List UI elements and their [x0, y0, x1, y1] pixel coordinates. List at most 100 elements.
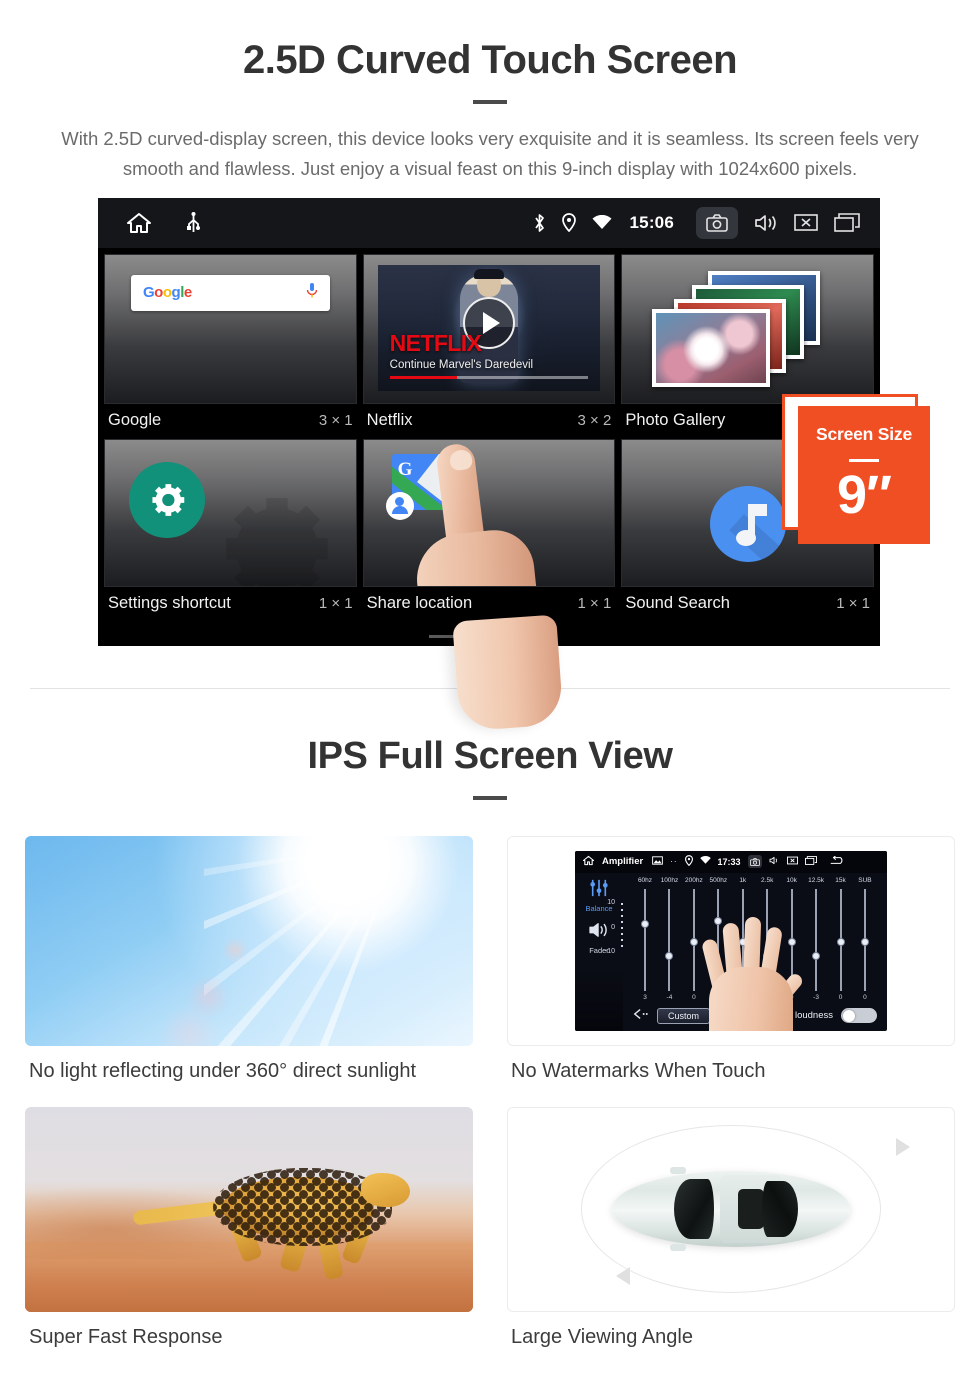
page-dot[interactable] [473, 634, 505, 638]
widget-cell-netflix[interactable]: NETFLIX Continue Marvel's Daredevil Netf… [362, 253, 616, 439]
more-icon[interactable]: ·· [670, 857, 677, 866]
curved-touch-screen-section: 2.5D Curved Touch Screen With 2.5D curve… [0, 0, 980, 732]
feature-card-watermarks: Amplifier ·· 17:33 Balance Fader 60hz 10… [507, 835, 955, 1101]
band-label: 12.5k [808, 876, 825, 884]
car-windshield [674, 1179, 714, 1240]
band-label: 15k [835, 876, 846, 884]
section-two-underline [473, 795, 507, 800]
rotation-arrow [896, 1137, 910, 1156]
loudness-toggle[interactable] [841, 1008, 877, 1024]
settings-gear-icon[interactable] [129, 461, 205, 538]
band-value: 0 [863, 993, 867, 1001]
amplifier-screen: Amplifier ·· 17:33 Balance Fader 60hz 10… [575, 850, 887, 1031]
feature-caption: No light reflecting under 360° direct su… [29, 1059, 417, 1082]
band-value: 0 [838, 993, 843, 1001]
music-note-icon[interactable] [709, 485, 786, 562]
photo-stack [648, 270, 848, 387]
volume-icon[interactable] [754, 213, 778, 233]
amplifier-clock: 17:33 [717, 856, 741, 867]
netflix-widget[interactable]: NETFLIX Continue Marvel's Daredevil [362, 253, 616, 404]
car-top-view-illustration [507, 1106, 955, 1312]
touching-hand-illustration [695, 909, 815, 1031]
car-sunroof [738, 1189, 764, 1230]
amplifier-status-bar: Amplifier ·· 17:33 [575, 850, 887, 873]
car-side-mirror [670, 1244, 686, 1252]
widget-cell-settings[interactable]: Settings shortcut 1 × 1 [104, 438, 357, 622]
car-rear-window [762, 1181, 798, 1238]
widget-size: 3 × 1 [318, 411, 353, 429]
home-icon[interactable] [582, 855, 595, 868]
cheetah-head [361, 1172, 411, 1208]
running-cheetah-photo [25, 1106, 473, 1312]
google-search-widget[interactable]: Google [104, 253, 357, 404]
person-avatar-icon [385, 491, 414, 520]
share-location-widget[interactable]: G [362, 438, 616, 587]
widget-name: Netflix [366, 410, 413, 429]
band-label: 1k [739, 876, 747, 884]
feature-grid: No light reflecting under 360° direct su… [25, 835, 955, 1367]
gallery-icon[interactable] [652, 856, 664, 867]
recent-apps-icon[interactable] [804, 856, 817, 867]
section-two-title: IPS Full Screen View [307, 734, 673, 777]
band-slider[interactable] [633, 888, 657, 991]
lens-flare [222, 936, 249, 963]
page-dot-active[interactable] [517, 634, 549, 638]
screen-size-label: Screen Size [815, 423, 913, 444]
scale-mid: 0 [611, 924, 615, 932]
band-value: 3 [643, 993, 647, 1001]
previous-preset-icon[interactable] [633, 1007, 649, 1025]
band-labels: 60hz 100hz 200hz 500hz 1k 2.5k 10k 12.5k… [631, 877, 879, 884]
search-input[interactable]: Google [131, 274, 330, 311]
home-icon[interactable] [126, 211, 152, 235]
widget-picker-grid: Google Google 3 × 1 NETFLIX Continue Mar… [98, 248, 880, 646]
scale-bottom: -10 [604, 947, 615, 955]
sunny-sky-photo [25, 835, 473, 1046]
rotation-arrow [616, 1266, 630, 1285]
title-underline [473, 100, 507, 104]
widget-size: 1 × 1 [577, 594, 612, 612]
widget-name: Settings shortcut [108, 593, 231, 612]
band-label: 100hz [660, 876, 679, 884]
photo-gallery-widget[interactable] [621, 253, 874, 404]
widget-label-row: Share location 1 × 1 [363, 587, 616, 622]
band-value: -4 [666, 993, 673, 1001]
volume-icon[interactable] [769, 856, 780, 867]
camera-icon[interactable] [747, 855, 762, 869]
band-label: 10k [786, 876, 797, 884]
google-g-letter: G [397, 458, 413, 480]
status-clock: 15:06 [629, 212, 674, 232]
photo-thumb-front [651, 308, 770, 387]
recent-apps-icon[interactable] [834, 213, 860, 233]
feature-caption: Super Fast Response [29, 1325, 223, 1348]
page-title: 2.5D Curved Touch Screen [242, 38, 738, 82]
camera-icon[interactable] [696, 206, 738, 239]
microphone-icon[interactable] [306, 282, 318, 304]
widget-cell-share-location[interactable]: G Share location 1 × 1 [362, 438, 616, 622]
netflix-thumbnail: NETFLIX Continue Marvel's Daredevil [377, 264, 601, 391]
band-slider[interactable] [853, 888, 877, 991]
widget-name: Share location [366, 593, 473, 612]
feature-card-viewing-angle: Large Viewing Angle [507, 1106, 955, 1367]
band-slider[interactable] [657, 888, 681, 991]
widget-size: 1 × 1 [836, 594, 870, 612]
widget-label-row: Settings shortcut 1 × 1 [104, 587, 357, 622]
close-box-icon[interactable] [794, 213, 818, 232]
netflix-character-hat [473, 268, 504, 279]
badge-divider [849, 458, 879, 463]
page-indicator[interactable] [98, 634, 880, 638]
usb-icon[interactable] [186, 211, 201, 234]
amplifier-equalizer-screenshot: Amplifier ·· 17:33 Balance Fader 60hz 10… [507, 835, 955, 1046]
band-slider[interactable] [829, 888, 853, 991]
feature-caption: No Watermarks When Touch [511, 1059, 766, 1082]
amplifier-scale: 10 0 -10 [599, 899, 625, 955]
ips-full-screen-view-section: IPS Full Screen View No light reflecting… [0, 689, 980, 1367]
widget-cell-google[interactable]: Google Google 3 × 1 [104, 253, 357, 439]
close-box-icon[interactable] [786, 856, 798, 867]
page-dot[interactable] [429, 634, 461, 638]
android-head-unit-screen: 15:06 Google Google 3 × 1 NETFLIX Contin… [98, 197, 880, 646]
location-pin-icon [684, 855, 693, 868]
gear-icon-watermark [213, 482, 341, 586]
settings-shortcut-widget[interactable] [104, 438, 357, 587]
back-icon[interactable] [830, 855, 845, 867]
car-side-mirror [670, 1167, 686, 1175]
